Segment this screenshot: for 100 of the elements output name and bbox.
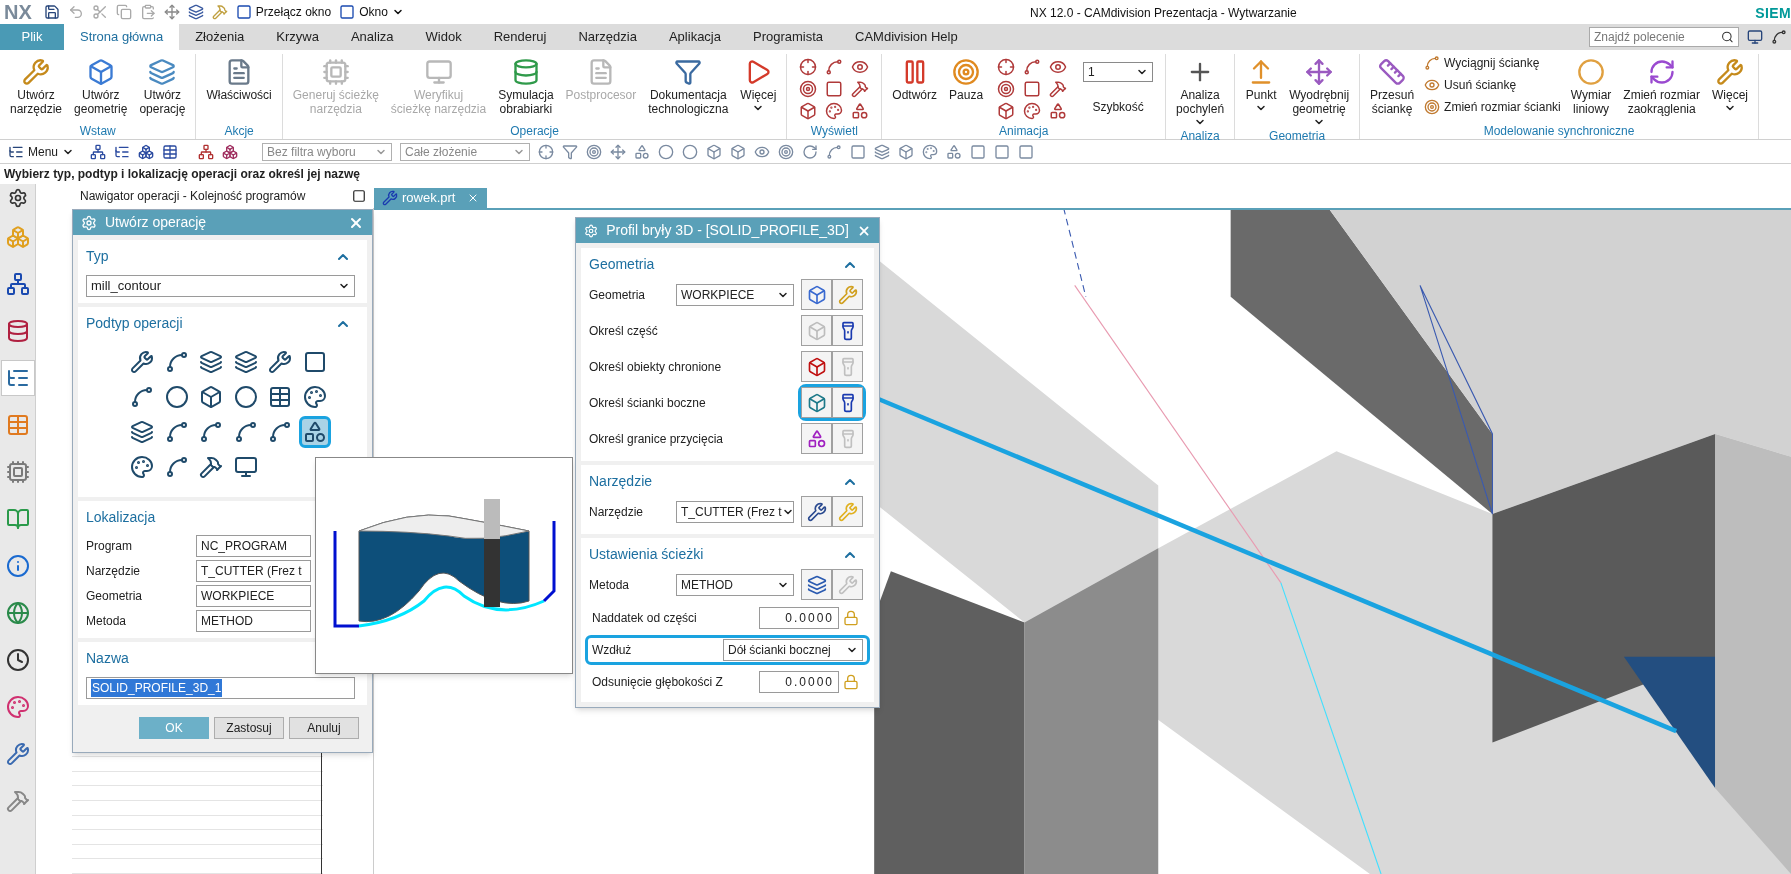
view-tool-icon[interactable] [825, 80, 844, 98]
dialog-icon-button[interactable] [801, 569, 832, 600]
selection-tool-icon[interactable] [730, 143, 747, 160]
view-tool-icon[interactable] [1049, 80, 1068, 98]
ribbon-small-button[interactable]: Zmień rozmiar ścianki [1424, 98, 1561, 116]
view-tool-icon[interactable] [1023, 58, 1042, 76]
ribbon-tab[interactable]: Złożenia [179, 24, 261, 50]
dialog-icon-button[interactable] [801, 279, 832, 310]
quick-access-button[interactable]: Przełącz okno [235, 3, 332, 21]
selection-tool-icon[interactable] [946, 143, 963, 160]
filter-tool-icon[interactable] [198, 143, 215, 160]
ribbon-button[interactable]: Utwórz geometrię [68, 54, 134, 116]
view-tool-icon[interactable] [1049, 102, 1068, 120]
view-tool-icon[interactable] [799, 80, 818, 98]
number-field[interactable]: 0.0000 [759, 671, 839, 693]
command-search-field[interactable]: Znajdź polecenie [1589, 27, 1739, 47]
ribbon-button[interactable]: Pauza [943, 54, 990, 102]
dialog-button[interactable]: Zastosuj [214, 717, 284, 739]
ribbon-tab[interactable]: Widok [409, 24, 478, 50]
view-tool-icon[interactable] [799, 102, 818, 120]
selection-tool-icon[interactable] [610, 143, 627, 160]
ribbon-button[interactable]: Utwórz operację [133, 54, 192, 116]
selection-tool-icon[interactable] [562, 143, 579, 160]
selection-scope-select[interactable]: Całe złożenie [400, 142, 531, 161]
view-tool-icon[interactable] [997, 58, 1016, 76]
ribbon-tab[interactable]: Programista [737, 24, 840, 50]
layers-icon[interactable] [187, 4, 204, 20]
view-tool-icon[interactable] [1023, 102, 1042, 120]
ribbon-tab[interactable]: Strona główna [64, 24, 180, 50]
ribbon-button[interactable]: Wyodrębnij geometrię [1283, 54, 1356, 128]
option-select[interactable]: Dół ścianki bocznej [723, 639, 863, 661]
selection-tool-icon[interactable] [658, 143, 675, 160]
name-field[interactable]: SOLID_PROFILE_3D_1 [86, 677, 355, 699]
ribbon-tab[interactable]: Narzędzia [562, 24, 653, 50]
location-select[interactable]: T_CUTTER (Frez t [196, 560, 311, 582]
ribbon-button[interactable]: Przesuń ściankę [1364, 54, 1421, 116]
option-select[interactable]: METHOD [676, 573, 794, 596]
view-tool-icon[interactable] [851, 80, 870, 98]
operation-subtype-button[interactable] [298, 416, 331, 448]
view-tool-icon[interactable] [851, 58, 870, 76]
selection-tool-icon[interactable] [802, 143, 819, 160]
move-icon[interactable] [163, 4, 180, 20]
view-tool-icon[interactable] [997, 80, 1016, 98]
ribbon-button[interactable]: Więcej [734, 54, 783, 114]
ribbon-button[interactable]: Dokumentacja technologiczna [642, 54, 735, 116]
ribbon-button[interactable]: Odtwórz [886, 54, 944, 102]
selection-filter-select[interactable]: Bez filtra wyboru [262, 142, 393, 161]
assembly-tool-icon[interactable] [222, 143, 239, 160]
view-tool-icon[interactable] [997, 102, 1016, 120]
save-icon[interactable] [43, 4, 60, 20]
selection-tool-icon[interactable] [586, 143, 603, 160]
dialog-icon-button[interactable] [801, 351, 832, 382]
ribbon-button[interactable]: Symulacja obrabiarki [492, 54, 560, 116]
location-select[interactable]: WORKPIECE [196, 585, 311, 607]
selection-tool-icon[interactable] [826, 143, 843, 160]
dialog-icon-button[interactable] [832, 315, 863, 346]
ribbon-button[interactable]: Wymiar liniowy [1564, 54, 1618, 116]
selection-tool-icon[interactable] [682, 143, 699, 160]
ribbon-button[interactable]: Zmień rozmiar zaokrąglenia [1617, 54, 1707, 116]
selection-tool-icon[interactable] [634, 143, 651, 160]
speed-select[interactable]: 1 [1083, 62, 1154, 82]
ribbon-tab[interactable]: CAMdivision Help [839, 24, 974, 50]
type-select[interactable]: mill_contour [86, 275, 355, 297]
ribbon-button[interactable]: Punkt [1239, 54, 1284, 114]
window-icon[interactable] [1747, 29, 1763, 45]
ribbon-button[interactable]: Utwórz narzędzie [4, 54, 69, 116]
selection-tool-icon[interactable] [898, 143, 915, 160]
maximize-icon[interactable] [352, 189, 366, 203]
dialog-icon-button[interactable] [801, 387, 832, 418]
ribbon-button[interactable]: Więcej [1706, 54, 1755, 114]
view-tool-icon[interactable] [1049, 58, 1068, 76]
view-tool-icon[interactable] [1023, 80, 1042, 98]
selection-tool-icon[interactable] [778, 143, 795, 160]
dialog-icon-button[interactable] [801, 496, 832, 527]
menu-button[interactable]: Menu [8, 142, 75, 161]
selection-tool-icon[interactable] [538, 143, 555, 160]
ribbon-tab[interactable]: Aplikacja [652, 24, 737, 50]
selection-tool-icon[interactable] [874, 143, 891, 160]
ribbon-tab[interactable]: Krzywa [260, 24, 335, 50]
navigator-tool-icon[interactable] [162, 143, 179, 160]
navigator-tool-icon[interactable] [90, 143, 107, 160]
view-tool-icon[interactable] [851, 102, 870, 120]
option-select[interactable]: WORKPIECE [676, 283, 794, 306]
option-select[interactable]: T_CUTTER (Frez t [676, 500, 794, 523]
ribbon-button[interactable]: Analiza pochyleń [1170, 54, 1231, 128]
selection-tool-icon[interactable] [922, 143, 939, 160]
ribbon-tab[interactable]: Renderuj [477, 24, 563, 50]
location-select[interactable]: METHOD [196, 610, 311, 632]
ribbon-button[interactable]: Właściwości [200, 54, 278, 102]
view-tool-icon[interactable] [825, 102, 844, 120]
ribbon-small-button[interactable]: Wyciągnij ściankę [1424, 54, 1561, 72]
view-tool-icon[interactable] [825, 58, 844, 76]
settings-icon[interactable] [7, 188, 28, 208]
number-field[interactable]: 0.0000 [759, 607, 839, 629]
resource-bar-tab[interactable] [0, 360, 35, 396]
view-tool-icon[interactable] [799, 58, 818, 76]
location-select[interactable]: NC_PROGRAM [196, 535, 311, 557]
ribbon-tab[interactable]: Analiza [334, 24, 410, 50]
navigator-tool-icon[interactable] [138, 143, 155, 160]
selection-tool-icon[interactable] [706, 143, 723, 160]
